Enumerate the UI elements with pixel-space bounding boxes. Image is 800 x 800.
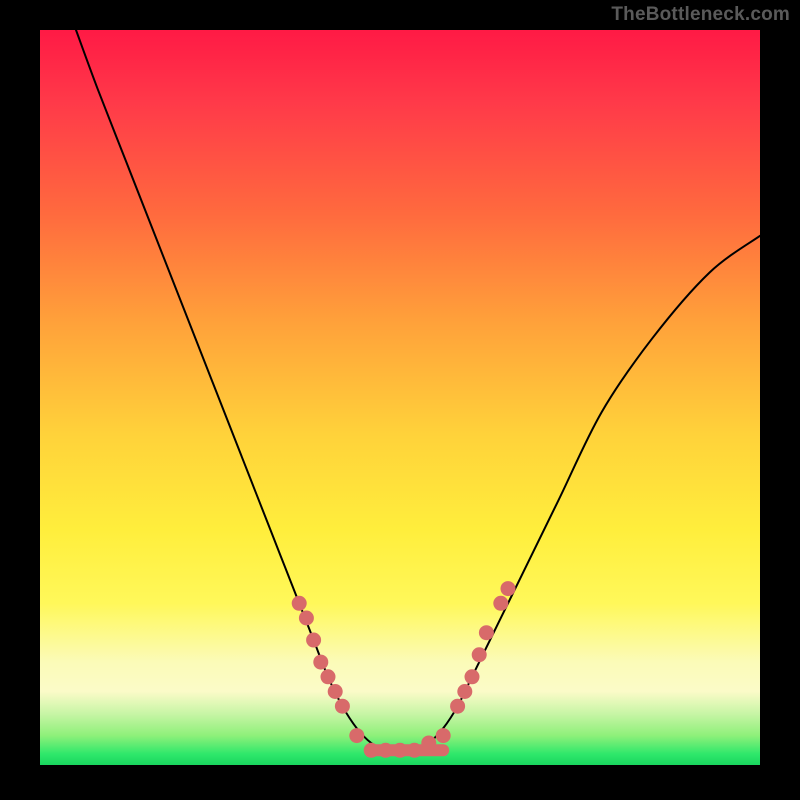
chart-svg — [40, 30, 760, 765]
data-point — [349, 728, 364, 743]
data-point — [493, 596, 508, 611]
data-point — [436, 728, 451, 743]
data-point — [457, 684, 472, 699]
data-point — [378, 743, 393, 758]
data-point — [335, 699, 350, 714]
data-point — [306, 633, 321, 648]
data-point — [364, 743, 379, 758]
data-point — [472, 647, 487, 662]
data-point — [292, 596, 307, 611]
plot-area — [40, 30, 760, 765]
data-point — [407, 743, 422, 758]
data-point — [465, 669, 480, 684]
data-point — [328, 684, 343, 699]
data-point — [501, 581, 516, 596]
watermark-text: TheBottleneck.com — [611, 4, 790, 26]
data-point — [450, 699, 465, 714]
chart-frame: TheBottleneck.com — [0, 0, 800, 800]
data-point — [479, 625, 494, 640]
data-point — [313, 655, 328, 670]
bottleneck-curve — [76, 30, 760, 751]
data-point — [421, 735, 436, 750]
data-point — [321, 669, 336, 684]
data-point — [299, 611, 314, 626]
data-point — [393, 743, 408, 758]
